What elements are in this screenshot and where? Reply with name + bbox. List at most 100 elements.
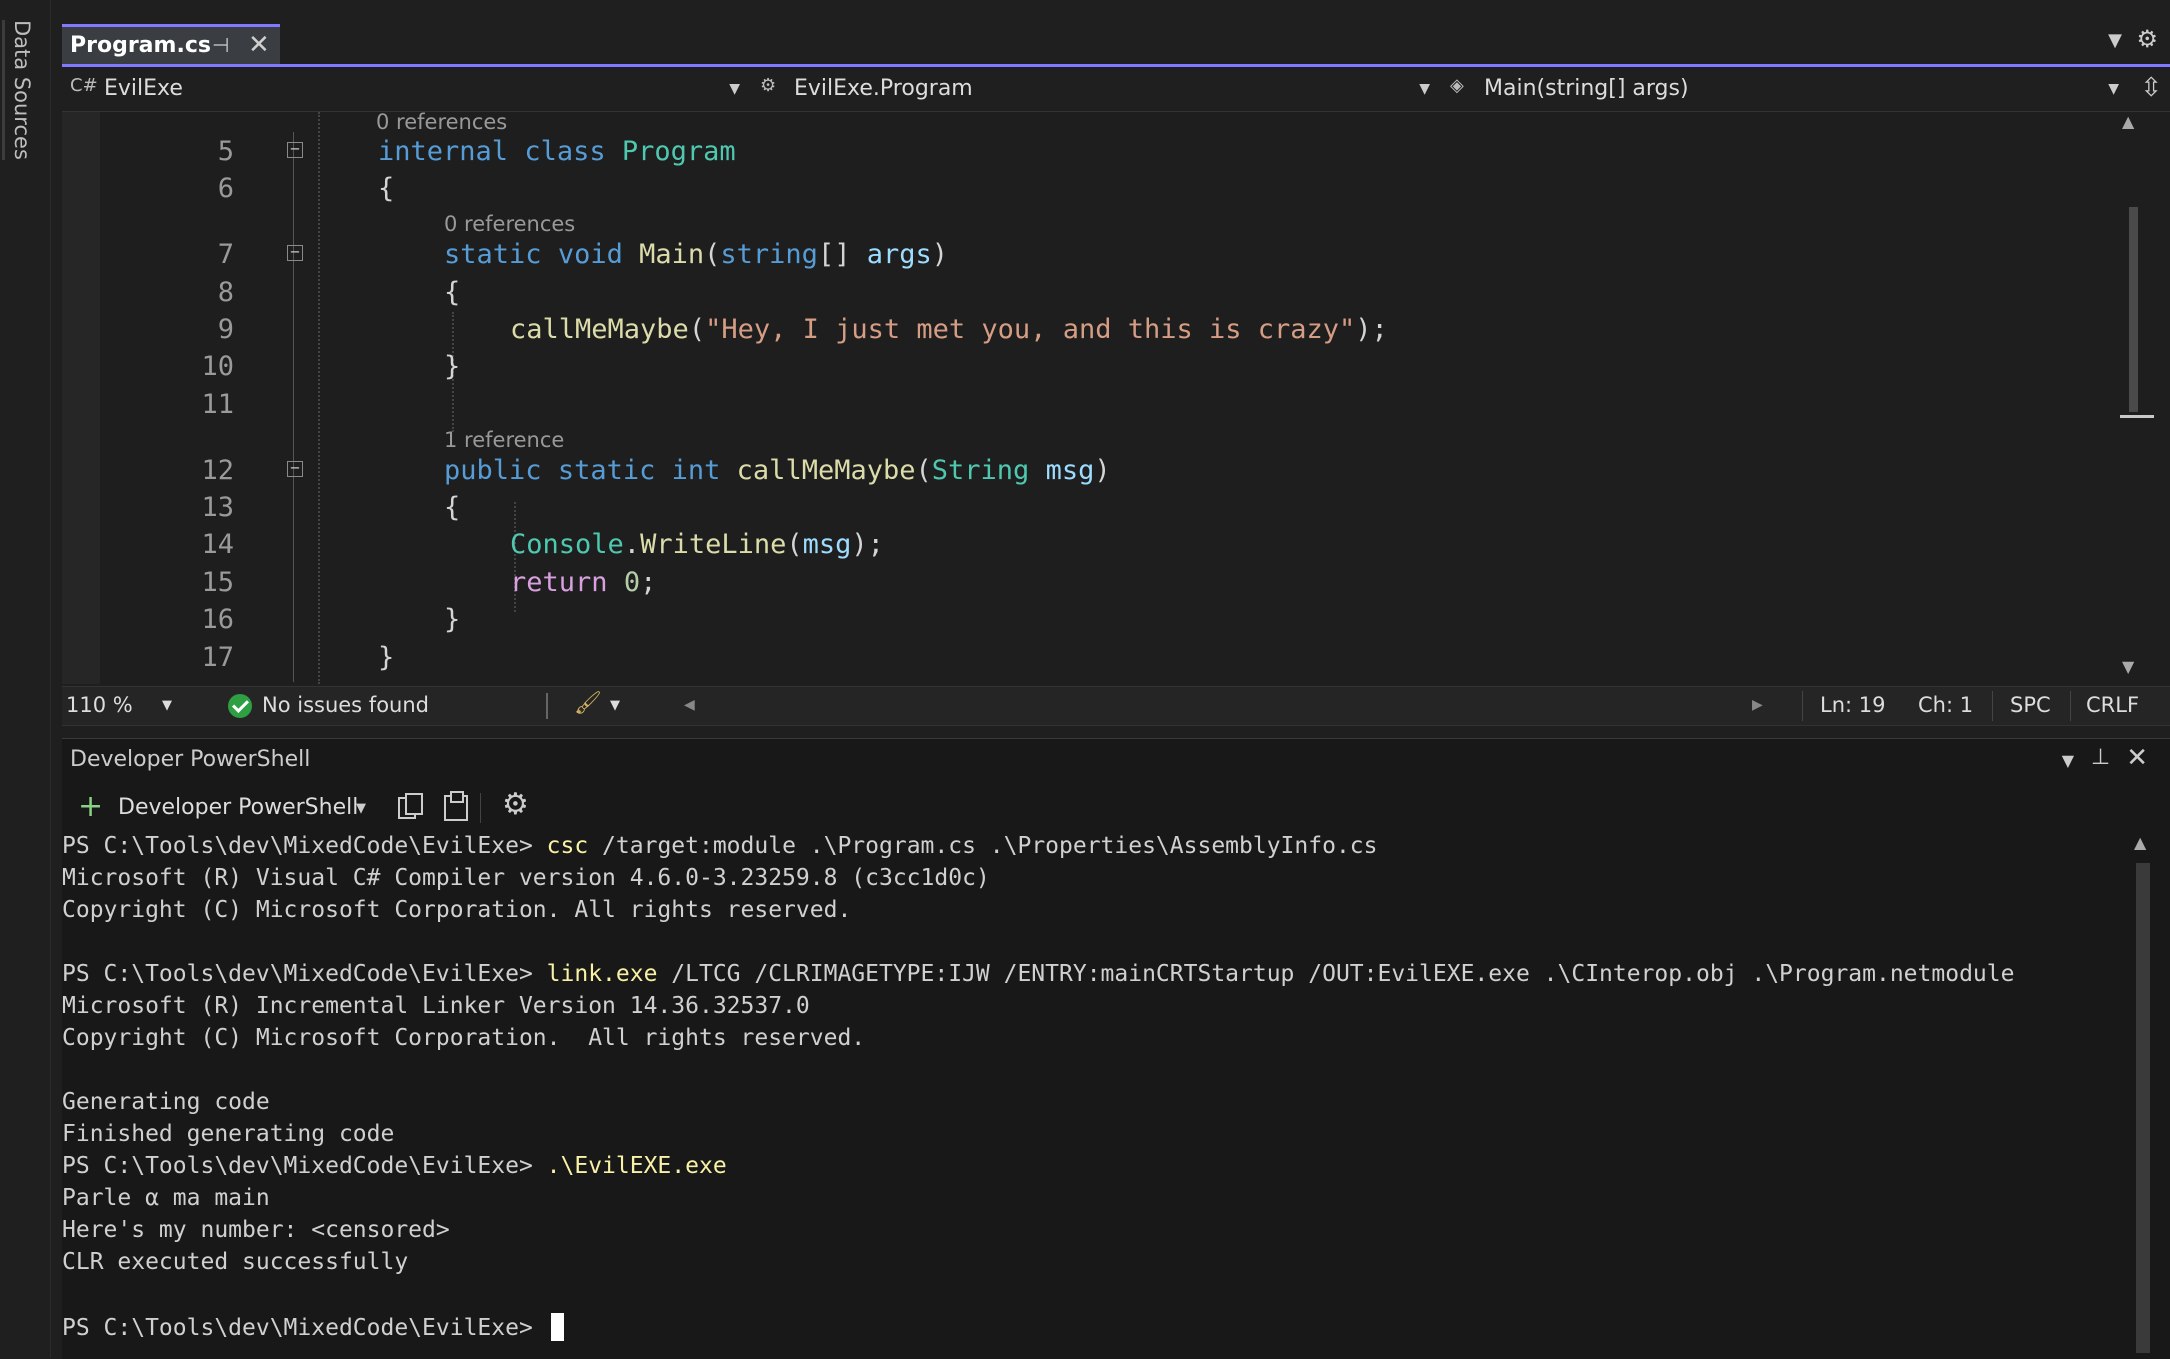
method-icon: ◈: [1450, 75, 1464, 96]
member-name: Main(string[] args): [1484, 76, 1689, 101]
scroll-thumb[interactable]: [2129, 207, 2138, 412]
code-line: 5 − internal class Program: [62, 136, 2112, 172]
code-line: 8 {: [62, 277, 2112, 313]
whitespace-indicator[interactable]: SPC: [2010, 693, 2051, 717]
data-sources-label: Data Sources: [10, 20, 34, 160]
column-indicator[interactable]: Ch: 1: [1918, 693, 1973, 717]
terminal-line: CLR executed successfully: [62, 1249, 409, 1275]
chevron-down-icon: ▼: [1419, 81, 1430, 97]
code-text: {: [378, 173, 395, 204]
code-line: 13 {: [62, 492, 2112, 528]
code-text: public static int callMeMaybe(String msg…: [444, 455, 1111, 486]
scroll-thumb[interactable]: [2136, 863, 2150, 1353]
code-line: 7 − static void Main(string[] args): [62, 239, 2112, 275]
codelens-references[interactable]: 1 reference: [444, 428, 564, 452]
pin-icon[interactable]: ⊥: [2091, 745, 2110, 770]
line-indicator[interactable]: Ln: 19: [1820, 693, 1885, 717]
rail-indicator: [2, 20, 5, 160]
chevron-down-icon[interactable]: ▼: [356, 801, 366, 816]
terminal-line: Parle α ma main: [62, 1185, 270, 1211]
terminal-line: Generating code: [62, 1089, 270, 1115]
tab-overflow-dropdown-icon[interactable]: ▼: [2108, 30, 2122, 51]
collapse-icon[interactable]: −: [287, 244, 303, 261]
code-line: 10 }: [62, 351, 2112, 387]
code-text: internal class Program: [378, 136, 736, 167]
terminal-output[interactable]: PS C:\Tools\dev\MixedCode\EvilExe> csc /…: [62, 833, 2112, 1353]
left-tool-rail: Data Sources: [0, 0, 51, 1358]
brush-icon[interactable]: 🖌: [574, 691, 602, 716]
editor-status-bar: 110 % ▼ No issues found 🖌 ▼ ◀ ▶ Ln: 19 C…: [62, 686, 2170, 726]
chevron-down-icon[interactable]: ▼: [610, 698, 620, 713]
collapse-icon[interactable]: −: [287, 460, 303, 477]
terminal-profile-selector[interactable]: Developer PowerShell: [118, 795, 358, 820]
gear-icon[interactable]: ⚙: [2136, 25, 2158, 53]
project-name: EvilExe: [104, 76, 183, 101]
zoom-level[interactable]: 110 %: [66, 693, 133, 717]
terminal-line: PS C:\Tools\dev\MixedCode\EvilExe> csc /…: [62, 833, 1378, 859]
close-icon[interactable]: ✕: [2126, 743, 2148, 773]
code-line: 9 callMeMaybe("Hey, I just met you, and …: [62, 314, 2112, 350]
line-number: 11: [201, 389, 234, 420]
pin-icon[interactable]: ⊣: [212, 33, 229, 57]
check-circle-icon: [228, 694, 252, 718]
member-dropdown[interactable]: ◈ Main(string[] args) ▼: [1442, 71, 2125, 107]
paste-icon[interactable]: [444, 791, 468, 821]
terminal-line: PS C:\Tools\dev\MixedCode\EvilExe> link.…: [62, 961, 2015, 987]
line-number: 8: [217, 277, 234, 308]
scroll-right-icon[interactable]: ▶: [1752, 697, 1763, 713]
editor-vertical-scrollbar[interactable]: ▲ ▼: [2118, 112, 2154, 684]
line-number: 13: [201, 492, 234, 523]
gear-icon[interactable]: ⚙: [502, 787, 529, 822]
divider: [1992, 691, 1993, 721]
class-dropdown[interactable]: ⚙ EvilExe.Program ▼: [752, 71, 1436, 107]
code-text: Console.WriteLine(msg);: [510, 529, 884, 560]
chevron-down-icon[interactable]: ▼: [162, 698, 172, 713]
scroll-left-icon[interactable]: ◀: [684, 697, 695, 713]
line-ending-indicator[interactable]: CRLF: [2086, 693, 2139, 717]
codelens-references[interactable]: 0 references: [376, 112, 507, 134]
scroll-down-icon[interactable]: ▼: [2122, 657, 2134, 676]
chevron-down-icon: ▼: [2108, 81, 2119, 97]
text-cursor: [550, 1313, 564, 1341]
issues-status[interactable]: No issues found: [262, 693, 429, 717]
codelens-references[interactable]: 0 references: [444, 212, 575, 236]
chevron-down-icon[interactable]: ▼: [2062, 751, 2074, 770]
code-line: 11: [62, 389, 2112, 425]
code-text: callMeMaybe("Hey, I just met you, and th…: [510, 314, 1388, 345]
terminal-toolbar: + Developer PowerShell ▼ ⚙: [62, 787, 2170, 831]
line-number: 9: [217, 314, 234, 345]
plus-icon[interactable]: +: [78, 789, 103, 824]
developer-powershell-panel: Developer PowerShell ▼ ⊥ ✕ + Developer P…: [62, 738, 2170, 1359]
code-text: static void Main(string[] args): [444, 239, 949, 270]
code-editor[interactable]: 0 references 5 − internal class Program …: [62, 112, 2170, 684]
line-number: 12: [201, 455, 234, 486]
navigation-bar: C# EvilExe ▼ ⚙ EvilExe.Program ▼ ◈ Main(…: [62, 67, 2170, 112]
code-text: return 0;: [510, 567, 657, 598]
terminal-prompt-line[interactable]: PS C:\Tools\dev\MixedCode\EvilExe>: [62, 1313, 564, 1341]
close-icon[interactable]: ✕: [248, 30, 270, 60]
class-name: EvilExe.Program: [794, 76, 973, 101]
scroll-up-icon[interactable]: ▲: [2134, 833, 2146, 852]
line-number: 14: [201, 529, 234, 560]
tab-program-cs[interactable]: Program.cs ⊣ ✕: [62, 24, 280, 64]
line-number: 7: [217, 239, 234, 270]
editor-tab-strip: Program.cs ⊣ ✕ ▼ ⚙: [62, 20, 2170, 67]
divider: [480, 793, 481, 823]
caret-position-marker: [2120, 415, 2154, 418]
code-line: 14 Console.WriteLine(msg);: [62, 529, 2112, 565]
collapse-icon[interactable]: −: [287, 141, 303, 158]
csharp-project-icon: C#: [70, 75, 98, 96]
line-number: 15: [201, 567, 234, 598]
scroll-up-icon[interactable]: ▲: [2122, 112, 2134, 131]
divider: [2070, 691, 2071, 721]
terminal-line: PS C:\Tools\dev\MixedCode\EvilExe> .\Evi…: [62, 1153, 727, 1179]
terminal-vertical-scrollbar[interactable]: ▲: [2128, 833, 2154, 1353]
split-editor-icon[interactable]: ⇳: [2140, 73, 2162, 103]
copy-icon[interactable]: [398, 793, 423, 819]
project-dropdown[interactable]: C# EvilExe ▼: [62, 71, 746, 107]
data-sources-tab[interactable]: Data Sources: [8, 20, 34, 170]
divider: [546, 693, 548, 719]
terminal-line: Microsoft (R) Incremental Linker Version…: [62, 993, 810, 1019]
code-line: 6 {: [62, 173, 2112, 209]
code-text: {: [444, 492, 461, 523]
